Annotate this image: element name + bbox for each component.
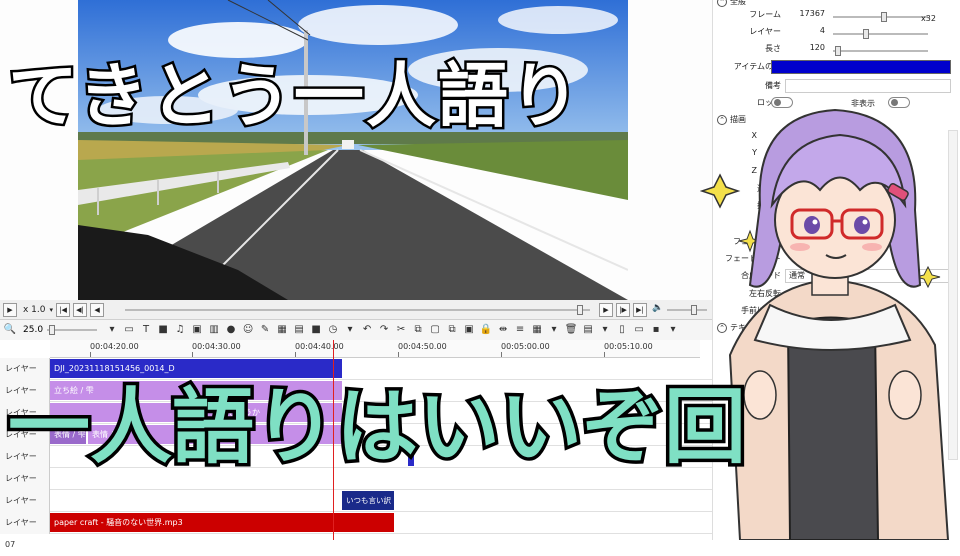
step-forward-icon[interactable]: ▶ xyxy=(599,302,613,317)
layer-value[interactable]: 4 xyxy=(785,26,825,35)
ruler-tick xyxy=(90,352,91,357)
zoom-thumb[interactable] xyxy=(49,325,56,335)
speed-select[interactable]: x 1.0 xyxy=(23,305,46,315)
lock-icon[interactable]: 🔒 xyxy=(479,323,493,337)
length-row: 長さ 120 xyxy=(713,43,960,60)
step-back-icon[interactable]: ◀ xyxy=(90,302,105,317)
redo-icon[interactable]: ↷ xyxy=(377,323,391,337)
memo-field[interactable] xyxy=(785,79,951,93)
delete-icon[interactable]: 🗑 xyxy=(564,323,578,337)
volume-icon[interactable]: 🔈 xyxy=(652,303,663,317)
frame-value[interactable]: 17367 xyxy=(785,9,825,18)
zoom-slider[interactable] xyxy=(47,325,98,335)
file-icon[interactable]: ▯ xyxy=(615,323,629,337)
section-label: 全般 xyxy=(730,0,746,6)
volume-thumb[interactable] xyxy=(691,304,698,315)
split-icon[interactable]: ⇹ xyxy=(496,323,510,337)
frame-icon[interactable]: ▥ xyxy=(207,323,221,337)
layer-label[interactable]: レイヤー 07 xyxy=(0,512,50,549)
layer-row: レイヤー 07 paper craft - 騒音のない世界.mp3 xyxy=(0,512,712,549)
ruler-tick xyxy=(398,352,399,357)
frame-zoom[interactable]: x32 xyxy=(921,14,936,23)
image-icon[interactable]: ▣ xyxy=(190,323,204,337)
section-general[interactable]: ⌃ 全般 xyxy=(717,0,746,7)
frame-row: フレーム 17367 x32 xyxy=(713,9,960,26)
text-icon[interactable]: T xyxy=(139,323,153,337)
ruler-label: 00:04:40.00 xyxy=(295,342,344,351)
prop-label: フレーム xyxy=(749,10,781,19)
edit-icon[interactable]: ✎ xyxy=(258,323,272,337)
stop-icon[interactable]: ■ xyxy=(309,323,323,337)
timeline-toolbar: 🔍 25.0 ▾ ▭ T ■ ♫ ▣ ▥ ● ☺ ✎ ▦ ▤ ■ ◷ ▾ ↶ ↷… xyxy=(0,320,712,340)
zoom-icon: 🔍 xyxy=(3,324,17,335)
length-slider-thumb[interactable] xyxy=(835,46,841,56)
prop-label: 備考 xyxy=(765,81,781,90)
delete-row-icon[interactable]: ▤ xyxy=(581,323,595,337)
thumbnail-subtitle: 一人語りはいいぞ回 xyxy=(4,377,749,479)
copy-icon[interactable]: ⧉ xyxy=(411,323,425,337)
layer-row: レイヤー 06 いつも言い訳 xyxy=(0,490,712,527)
chevron-up-icon[interactable]: ⌃ xyxy=(717,0,727,7)
video-icon[interactable]: ■ xyxy=(156,323,170,337)
seek-bar[interactable] xyxy=(125,305,590,315)
play-icon[interactable]: ▶ xyxy=(3,302,17,317)
length-slider[interactable] xyxy=(833,50,928,52)
sparkle-icon xyxy=(700,173,741,209)
skip-start-icon[interactable]: |◀ xyxy=(56,302,71,317)
person-icon[interactable]: ● xyxy=(224,323,238,337)
chevron-down-icon[interactable]: ▾ xyxy=(343,323,357,337)
face-icon[interactable]: ☺ xyxy=(241,323,255,337)
ruler-label: 00:05:10.00 xyxy=(604,342,653,351)
grid-icon[interactable]: ▦ xyxy=(530,323,544,337)
timeline-clip[interactable]: paper craft - 騒音のない世界.mp3 xyxy=(50,513,394,532)
duplicate-icon[interactable]: ⧉ xyxy=(445,323,459,337)
ruler-label: 00:05:00.00 xyxy=(501,342,550,351)
ruler-label: 00:04:30.00 xyxy=(192,342,241,351)
layer-slider[interactable] xyxy=(833,33,928,35)
prop-label: 長さ xyxy=(765,44,781,53)
seek-thumb[interactable] xyxy=(577,305,583,315)
item-color-row: アイテムの色 xyxy=(713,60,960,78)
save-icon[interactable]: ▪ xyxy=(649,323,663,337)
clock-icon[interactable]: ◷ xyxy=(326,323,340,337)
chevron-down-icon[interactable]: ▾ xyxy=(598,323,612,337)
chevron-down-icon[interactable]: ▾ xyxy=(105,323,119,337)
paste-icon[interactable]: ▢ xyxy=(428,323,442,337)
comment-icon[interactable]: ▭ xyxy=(122,323,136,337)
cut-icon[interactable]: ✂ xyxy=(394,323,408,337)
chevron-down-icon[interactable]: ▾ xyxy=(50,306,54,314)
layer-label[interactable]: レイヤー 06 xyxy=(0,490,50,527)
music-icon[interactable]: ♫ xyxy=(173,323,187,337)
length-value[interactable]: 120 xyxy=(785,43,825,52)
frame-back-icon[interactable]: ◀| xyxy=(73,302,88,317)
undo-icon[interactable]: ↶ xyxy=(360,323,374,337)
layer-row-prop: レイヤー 4 xyxy=(713,26,960,43)
frame-forward-icon[interactable]: |▶ xyxy=(616,302,630,317)
ruler-tick xyxy=(295,352,296,357)
ruler-label: 00:04:50.00 xyxy=(398,342,447,351)
ruler-tick xyxy=(501,352,502,357)
chevron-down-icon[interactable]: ▾ xyxy=(666,323,680,337)
layers-icon[interactable]: ▦ xyxy=(275,323,289,337)
thumbnail-title: てきとう一人語り xyxy=(6,53,583,140)
time-ruler[interactable]: 00:04:20.00 00:04:30.00 00:04:40.00 00:0… xyxy=(50,340,700,358)
align-icon[interactable]: ≡ xyxy=(513,323,527,337)
prop-label: レイヤー xyxy=(749,27,781,36)
copy-layer-icon[interactable]: ▤ xyxy=(292,323,306,337)
ruler-label: 00:04:20.00 xyxy=(90,342,139,351)
folder-icon[interactable]: ▭ xyxy=(632,323,646,337)
group-icon[interactable]: ▣ xyxy=(462,323,476,337)
zoom-value: 25.0 xyxy=(23,325,44,335)
ruler-tick xyxy=(192,352,193,357)
timeline-clip[interactable]: いつも言い訳 xyxy=(342,491,394,510)
skip-end-icon[interactable]: ▶| xyxy=(633,302,647,317)
ruler-tick xyxy=(604,352,605,357)
item-color-swatch[interactable] xyxy=(771,60,951,74)
playback-bar: ▶ x 1.0 ▾ |◀ ◀| ◀ ▶ |▶ ▶| 🔈 xyxy=(0,300,712,320)
frame-slider-thumb[interactable] xyxy=(881,12,887,22)
chevron-down-icon[interactable]: ▾ xyxy=(547,323,561,337)
layer-slider-thumb[interactable] xyxy=(863,29,869,39)
